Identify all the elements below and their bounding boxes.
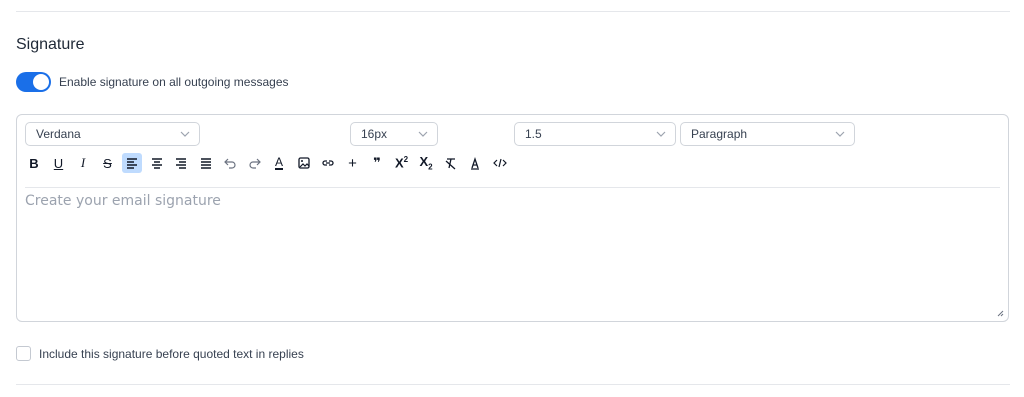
include-signature-checkbox[interactable] bbox=[16, 346, 31, 361]
subscript-button[interactable]: X2 bbox=[416, 153, 436, 173]
clear-format-button[interactable] bbox=[441, 153, 461, 173]
line-height-value: 1.5 bbox=[525, 127, 542, 141]
include-signature-label: Include this signature before quoted tex… bbox=[39, 346, 304, 361]
superscript-button[interactable]: X2 bbox=[392, 153, 412, 173]
insert-image-button[interactable] bbox=[294, 153, 314, 173]
italic-icon: I bbox=[80, 155, 86, 170]
underline-icon: U bbox=[53, 155, 64, 171]
chevron-down-icon bbox=[656, 131, 666, 137]
redo-icon bbox=[248, 158, 261, 169]
signature-editor: Verdana 16px 1.5 Paragraph B U I S A + ❞… bbox=[16, 114, 1009, 322]
top-divider bbox=[16, 11, 1010, 12]
insert-link-button[interactable] bbox=[318, 153, 338, 173]
blockquote-button[interactable]: ❞ bbox=[367, 153, 387, 173]
code-view-icon bbox=[492, 158, 507, 168]
font-family-value: Verdana bbox=[36, 127, 81, 141]
font-size-select[interactable]: 16px bbox=[350, 122, 438, 146]
underline-button[interactable]: U bbox=[49, 153, 69, 173]
strikethrough-button[interactable]: S bbox=[98, 153, 118, 173]
link-icon bbox=[322, 160, 334, 166]
align-right-button[interactable] bbox=[171, 153, 191, 173]
line-height-select[interactable]: 1.5 bbox=[514, 122, 676, 146]
clear-format-icon bbox=[445, 158, 455, 170]
text-color-icon: A bbox=[274, 155, 283, 170]
chevron-down-icon bbox=[418, 131, 428, 137]
align-center-button[interactable] bbox=[147, 153, 167, 173]
italic-button[interactable]: I bbox=[73, 153, 93, 173]
chevron-down-icon bbox=[835, 131, 845, 137]
blockquote-icon: ❞ bbox=[373, 155, 381, 171]
format-toolbar: B U I S A + ❞ X2 X2 bbox=[24, 152, 514, 174]
signature-toggle-row: Enable signature on all outgoing message… bbox=[16, 72, 289, 92]
align-justify-button[interactable] bbox=[196, 153, 216, 173]
align-left-button[interactable] bbox=[122, 153, 142, 173]
chevron-down-icon bbox=[180, 131, 190, 137]
signature-content-area[interactable]: Create your email signature bbox=[25, 193, 995, 315]
undo-icon bbox=[224, 158, 236, 169]
strikethrough-icon: S bbox=[103, 155, 112, 171]
bold-button[interactable]: B bbox=[24, 153, 44, 173]
redo-button[interactable] bbox=[245, 153, 265, 173]
include-signature-row: Include this signature before quoted tex… bbox=[16, 346, 304, 361]
toggle-knob bbox=[33, 74, 49, 90]
block-format-value: Paragraph bbox=[691, 127, 748, 141]
toggle-label: Enable signature on all outgoing message… bbox=[59, 75, 289, 89]
superscript-icon: X2 bbox=[394, 155, 409, 171]
bold-icon: B bbox=[29, 155, 39, 171]
bottom-divider bbox=[16, 384, 1010, 385]
code-view-button[interactable] bbox=[490, 153, 510, 173]
editor-separator bbox=[25, 187, 1000, 188]
insert-icon: + bbox=[348, 154, 357, 172]
text-color-button[interactable]: A bbox=[269, 153, 289, 173]
font-size-value: 16px bbox=[361, 127, 388, 141]
font-family-select[interactable]: Verdana bbox=[25, 122, 200, 146]
block-format-select[interactable]: Paragraph bbox=[680, 122, 855, 146]
image-icon bbox=[297, 157, 310, 169]
align-center-icon bbox=[151, 158, 162, 169]
align-left-icon bbox=[127, 158, 137, 169]
align-right-icon bbox=[176, 158, 186, 169]
resize-handle-icon[interactable] bbox=[996, 309, 1004, 317]
format-painter-button[interactable] bbox=[465, 153, 485, 173]
subscript-icon: X2 bbox=[419, 154, 433, 172]
insert-button[interactable]: + bbox=[343, 153, 363, 173]
section-title: Signature bbox=[16, 36, 85, 53]
undo-button[interactable] bbox=[220, 153, 240, 173]
align-justify-icon bbox=[200, 158, 211, 169]
signature-placeholder: Create your email signature bbox=[25, 193, 221, 209]
enable-signature-toggle[interactable] bbox=[16, 72, 51, 92]
format-painter-icon bbox=[471, 156, 479, 170]
